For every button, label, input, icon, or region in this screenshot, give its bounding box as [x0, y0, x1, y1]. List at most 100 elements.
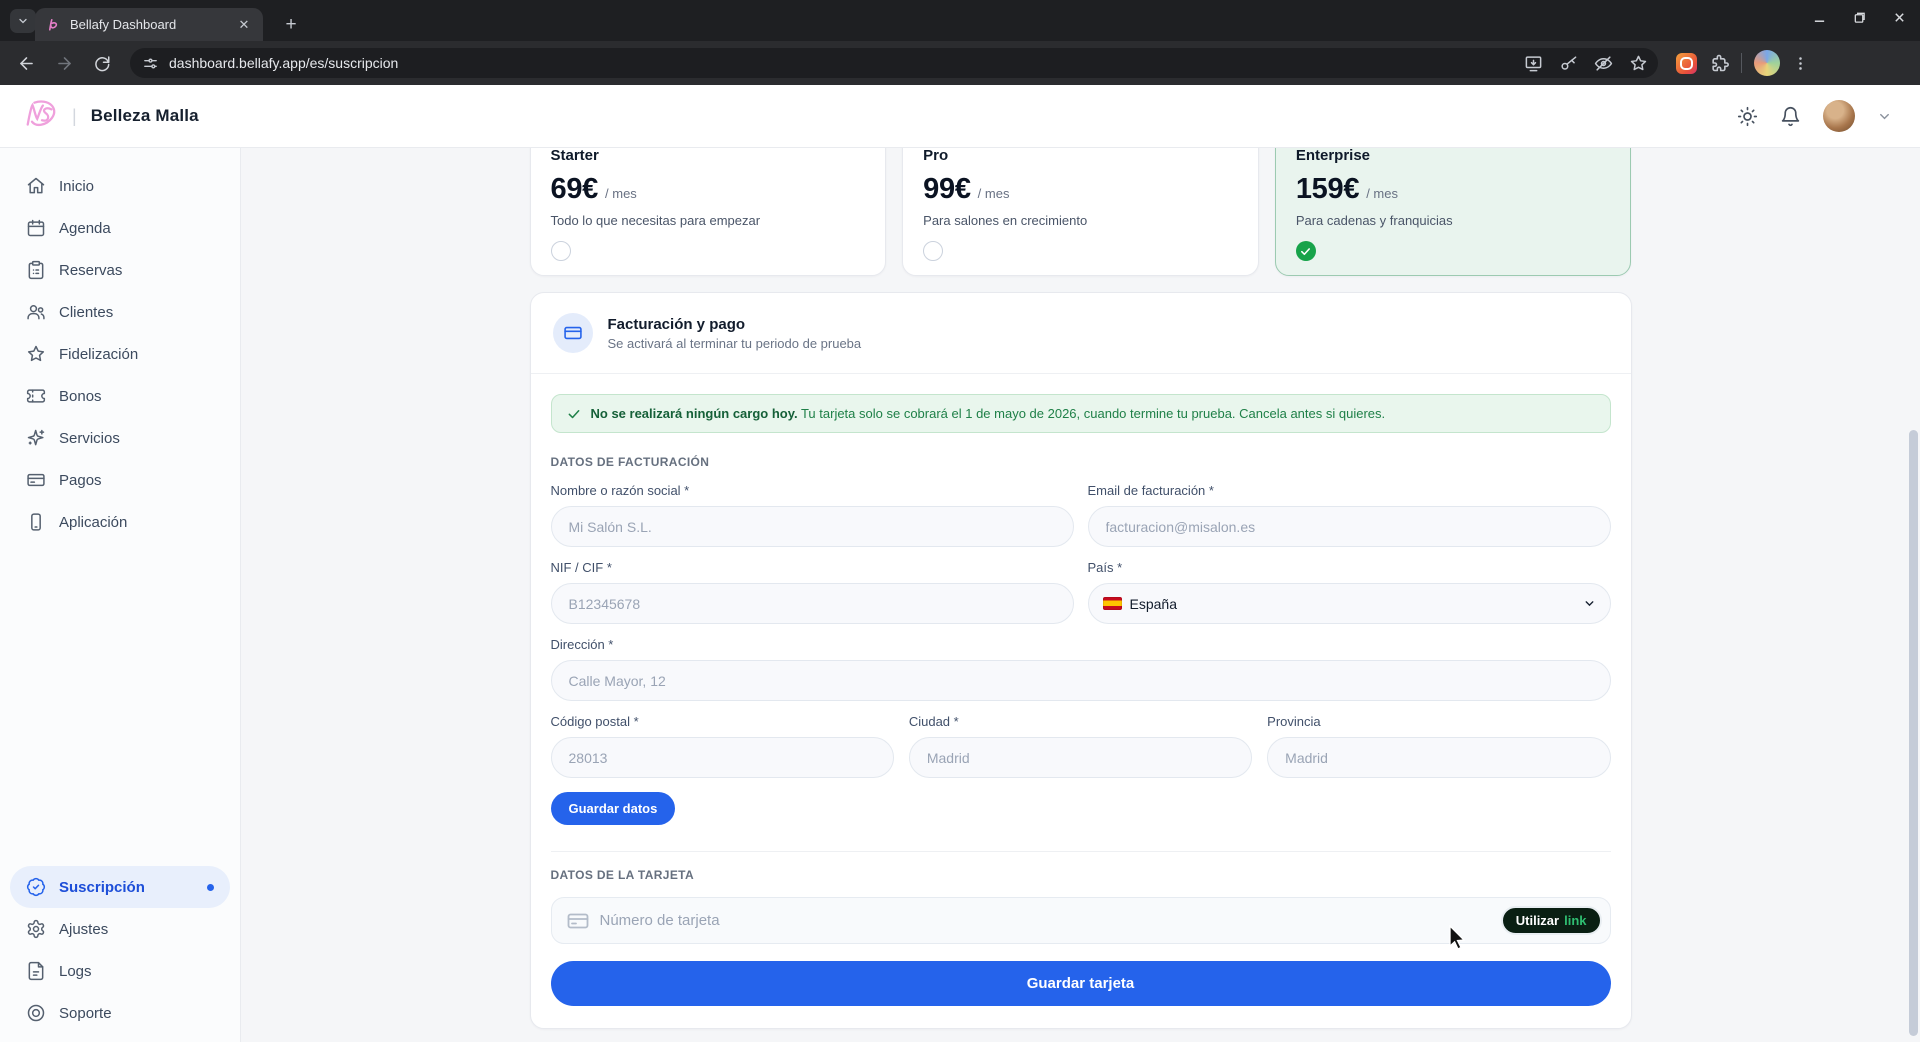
- star-icon: [26, 344, 46, 364]
- city-input[interactable]: [909, 737, 1252, 778]
- plan-card-enterprise[interactable]: Enterprise 159€ / mes Para cadenas y fra…: [1275, 148, 1632, 276]
- alert-text-rest: Tu tarjeta solo se cobrará el 1 de mayo …: [798, 406, 1386, 421]
- site-settings-icon: [142, 55, 159, 72]
- sidebar-item-label: Suscripción: [59, 879, 194, 896]
- bookmark-star-icon[interactable]: [1629, 54, 1648, 73]
- sidebar-item-inicio[interactable]: Inicio: [10, 165, 230, 207]
- address-input[interactable]: [551, 660, 1611, 701]
- password-key-icon[interactable]: [1559, 54, 1578, 73]
- sidebar-item-suscripcion[interactable]: Suscripción: [10, 866, 230, 908]
- province-input[interactable]: [1267, 737, 1610, 778]
- sidebar-item-fidelizacion[interactable]: Fidelización: [10, 333, 230, 375]
- restore-icon: [1853, 11, 1866, 24]
- eye-off-icon[interactable]: [1594, 54, 1613, 73]
- url-bar[interactable]: dashboard.bellafy.app/es/suscripcion: [130, 48, 1658, 78]
- sidebar-item-servicios[interactable]: Servicios: [10, 417, 230, 459]
- sidebar-item-label: Clientes: [59, 304, 214, 321]
- sidebar-item-label: Soporte: [59, 1005, 214, 1022]
- billing-icon-circle: [553, 313, 593, 353]
- plan-period: / mes: [605, 186, 637, 201]
- chevron-down-icon: [17, 15, 29, 27]
- clipboard-icon: [26, 260, 46, 280]
- browser-window: Bellafy Dashboard ✕ + dashb: [0, 0, 1920, 1042]
- page-scrollbar-thumb[interactable]: [1909, 430, 1918, 1036]
- save-card-button[interactable]: Guardar tarjeta: [551, 961, 1611, 1006]
- reload-button[interactable]: [86, 47, 118, 79]
- restore-button[interactable]: [1846, 6, 1872, 28]
- notifications-bell-icon[interactable]: [1780, 106, 1801, 127]
- field-country: País * España: [1088, 560, 1611, 624]
- browser-tab[interactable]: Bellafy Dashboard ✕: [35, 8, 263, 41]
- toolbar-extensions: [1676, 50, 1809, 76]
- billing-header: Facturación y pago Se activará al termin…: [531, 293, 1631, 374]
- browser-profile-avatar[interactable]: [1754, 50, 1780, 76]
- card-number-input[interactable]: [600, 912, 1491, 929]
- field-label: Nombre o razón social *: [551, 483, 1074, 498]
- sidebar-item-soporte[interactable]: Soporte: [10, 992, 230, 1034]
- extensions-puzzle-icon[interactable]: [1709, 53, 1729, 73]
- minimize-icon: [1813, 11, 1826, 24]
- tab-close-button[interactable]: ✕: [235, 16, 253, 34]
- field-city: Ciudad *: [909, 714, 1252, 778]
- no-charge-alert: No se realizará ningún cargo hoy. Tu tar…: [551, 394, 1611, 433]
- sidebar-item-aplicacion[interactable]: Aplicación: [10, 501, 230, 543]
- sidebar-item-label: Logs: [59, 963, 214, 980]
- check-icon: [567, 407, 581, 421]
- close-window-button[interactable]: [1886, 6, 1912, 28]
- company-name-input[interactable]: [551, 506, 1074, 547]
- new-tab-button[interactable]: +: [278, 12, 304, 38]
- billing-email-input[interactable]: [1088, 506, 1611, 547]
- nif-input[interactable]: [551, 583, 1074, 624]
- sidebar-item-bonos[interactable]: Bonos: [10, 375, 230, 417]
- sidebar-item-clientes[interactable]: Clientes: [10, 291, 230, 333]
- sidebar-item-pagos[interactable]: Pagos: [10, 459, 230, 501]
- main-content: Starter 69€ / mes Todo lo que necesitas …: [241, 148, 1920, 1042]
- plan-card-starter[interactable]: Starter 69€ / mes Todo lo que necesitas …: [530, 148, 887, 276]
- plan-radio-unselected[interactable]: [923, 241, 943, 261]
- plan-radio-unselected[interactable]: [551, 241, 571, 261]
- url-text: dashboard.bellafy.app/es/suscripcion: [169, 55, 1514, 71]
- close-icon: [1893, 11, 1906, 24]
- spain-flag-icon: [1103, 597, 1122, 610]
- plan-name: Starter: [551, 148, 866, 164]
- plan-name: Pro: [923, 148, 1238, 164]
- sidebar-item-agenda[interactable]: Agenda: [10, 207, 230, 249]
- save-billing-data-button[interactable]: Guardar datos: [551, 792, 676, 825]
- sidebar-item-label: Reservas: [59, 262, 214, 279]
- check-icon: [1300, 246, 1311, 257]
- browser-menu-icon[interactable]: [1792, 55, 1809, 72]
- tab-search-button[interactable]: [10, 9, 36, 33]
- field-address: Dirección *: [551, 637, 1611, 701]
- theme-toggle-sun-icon[interactable]: [1737, 106, 1758, 127]
- brand-name: Belleza Malla: [91, 106, 199, 126]
- sidebar-item-reservas[interactable]: Reservas: [10, 249, 230, 291]
- card-number-field[interactable]: Utilizar link: [551, 897, 1611, 944]
- plan-description: Todo lo que necesitas para empezar: [551, 213, 866, 228]
- file-text-icon: [26, 961, 46, 981]
- chevron-down-icon: [1583, 597, 1596, 610]
- back-button[interactable]: [10, 47, 42, 79]
- credit-card-icon: [26, 470, 46, 490]
- user-avatar[interactable]: [1823, 100, 1855, 132]
- forward-button[interactable]: [48, 47, 80, 79]
- plan-card-pro[interactable]: Pro 99€ / mes Para salones en crecimient…: [902, 148, 1259, 276]
- install-app-icon[interactable]: [1524, 54, 1543, 73]
- extension-icon-orange[interactable]: [1676, 53, 1697, 74]
- calendar-icon: [26, 218, 46, 238]
- postal-code-input[interactable]: [551, 737, 894, 778]
- sidebar-item-logs[interactable]: Logs: [10, 950, 230, 992]
- sidebar-item-ajustes[interactable]: Ajustes: [10, 908, 230, 950]
- toolbar-separator: [1741, 53, 1742, 73]
- window-controls: [1806, 6, 1912, 28]
- plan-radio-selected[interactable]: [1296, 241, 1316, 261]
- billing-data-section-title: DATOS DE FACTURACIÓN: [551, 455, 1611, 469]
- app-header: | Belleza Malla: [0, 85, 1920, 148]
- link-button-prefix: Utilizar: [1516, 913, 1559, 928]
- sidebar: Inicio Agenda Reservas Clientes Fideliza…: [0, 148, 241, 1042]
- alert-text-bold: No se realizará ningún cargo hoy.: [591, 406, 798, 421]
- billing-title: Facturación y pago: [608, 316, 862, 333]
- minimize-button[interactable]: [1806, 6, 1832, 28]
- country-select[interactable]: España: [1088, 583, 1611, 624]
- account-chevron-down-icon[interactable]: [1877, 109, 1892, 124]
- stripe-link-button[interactable]: Utilizar link: [1501, 906, 1602, 935]
